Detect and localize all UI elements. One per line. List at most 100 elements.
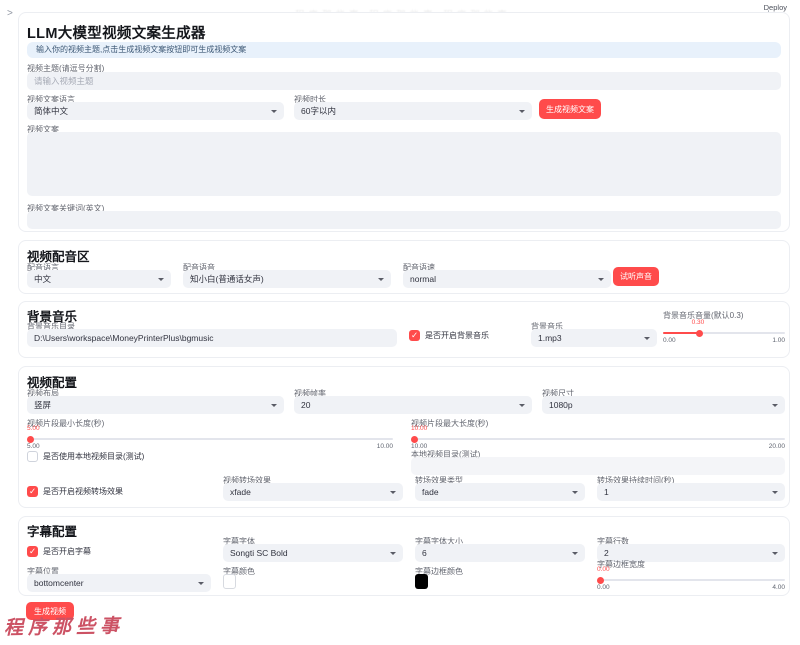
voice-speed-select[interactable]: normal xyxy=(403,270,611,288)
slider-thumb[interactable] xyxy=(597,577,604,584)
video-size-select[interactable]: 1080p xyxy=(542,396,785,414)
slider-min-label: 0.00 xyxy=(663,337,676,344)
enable-transition-label: 是否开启视频转场效果 xyxy=(43,486,123,497)
video-size-value: 1080p xyxy=(549,400,573,410)
chevron-down-icon xyxy=(198,582,204,585)
video-script-textarea[interactable] xyxy=(27,132,781,196)
chevron-down-icon xyxy=(772,491,778,494)
subtitle-card: 字幕配置 ✓ 是否开启字幕 字幕字体 Songti SC Bold 字幕字体大小… xyxy=(18,516,790,596)
slider-thumb[interactable] xyxy=(27,436,34,443)
transition-effect-select[interactable]: xfade xyxy=(223,483,403,501)
video-fps-select[interactable]: 20 xyxy=(294,396,532,414)
subtitle-font-size-select[interactable]: 6 xyxy=(415,544,585,562)
bgmusic-file-select[interactable]: 1.mp3 xyxy=(531,329,657,347)
script-keywords-input[interactable] xyxy=(27,211,781,229)
segment-min-slider[interactable]: 5.00 5.00 10.00 xyxy=(27,425,393,451)
chevron-down-icon xyxy=(271,404,277,407)
slider-value: 10.00 xyxy=(411,425,427,432)
video-layout-select[interactable]: 竖屏 xyxy=(27,396,284,414)
subtitle-position-value: bottomcenter xyxy=(34,578,84,588)
enable-transition-checkbox[interactable]: ✓ 是否开启视频转场效果 xyxy=(27,486,123,497)
enable-subtitle-checkbox[interactable]: ✓ 是否开启字幕 xyxy=(27,546,91,557)
subtitle-font-size-value: 6 xyxy=(422,548,427,558)
bgmusic-volume-slider[interactable]: 0.30 0.00 1.00 xyxy=(663,319,785,345)
chevron-down-icon xyxy=(772,404,778,407)
script-language-value: 简体中文 xyxy=(34,106,68,116)
video-duration-value: 60字以内 xyxy=(301,106,336,116)
subtitle-border-width-slider[interactable]: 0.00 0.00 4.00 xyxy=(597,566,785,592)
bgmusic-dir-value: D:\Users\workspace\MoneyPrinterPlus\bgmu… xyxy=(34,333,214,343)
bgmusic-file-value: 1.mp3 xyxy=(538,333,562,343)
slider-max-label: 20.00 xyxy=(769,443,785,450)
local-video-dir-input[interactable] xyxy=(411,457,785,475)
video-config-card: 视频配置 视频布局 竖屏 视频帧率 20 视频尺寸 1080p 视频片段最小长度… xyxy=(18,366,790,508)
chevron-down-icon xyxy=(572,491,578,494)
page-title: LLM大模型视频文案生成器 xyxy=(27,22,206,43)
checkbox-checked-icon: ✓ xyxy=(27,486,38,497)
chevron-down-icon xyxy=(519,110,525,113)
video-fps-value: 20 xyxy=(301,400,310,410)
slider-value: 5.00 xyxy=(27,425,40,432)
slider-track[interactable] xyxy=(27,438,393,440)
checkbox-checked-icon: ✓ xyxy=(27,546,38,557)
transition-type-value: fade xyxy=(422,487,439,497)
voice-language-value: 中文 xyxy=(34,274,51,284)
bgmusic-card: 背景音乐 背景音乐目录 D:\Users\workspace\MoneyPrin… xyxy=(18,301,790,358)
video-subject-placeholder: 请输入视频主题 xyxy=(34,76,94,86)
transition-duration-select[interactable]: 1 xyxy=(597,483,785,501)
sidebar-expand-icon[interactable]: > xyxy=(7,8,13,19)
subtitle-position-select[interactable]: bottomcenter xyxy=(27,574,211,592)
voice-name-value: 知小白(普通话女声) xyxy=(190,274,264,284)
generate-script-button[interactable]: 生成视频文案 xyxy=(539,99,601,119)
video-subject-input[interactable]: 请输入视频主题 xyxy=(27,72,781,90)
chevron-down-icon xyxy=(572,552,578,555)
checkbox-unchecked-icon xyxy=(27,451,38,462)
subtitle-section-title: 字幕配置 xyxy=(27,521,77,540)
voice-language-select[interactable]: 中文 xyxy=(27,270,171,288)
slider-max-label: 10.00 xyxy=(377,443,393,450)
enable-subtitle-label: 是否开启字幕 xyxy=(43,546,91,557)
transition-type-select[interactable]: fade xyxy=(415,483,585,501)
voice-name-select[interactable]: 知小白(普通话女声) xyxy=(183,270,391,288)
chevron-down-icon xyxy=(158,278,164,281)
segment-max-slider[interactable]: 10.00 10.00 20.00 xyxy=(411,425,785,451)
slider-max-label: 4.00 xyxy=(772,584,785,591)
chevron-down-icon xyxy=(644,337,650,340)
use-local-video-checkbox[interactable]: 是否使用本地视频目录(测试) xyxy=(27,451,144,462)
slider-min-label: 5.00 xyxy=(27,443,40,450)
voice-speed-value: normal xyxy=(410,274,436,284)
llm-script-card: LLM大模型视频文案生成器 输入你的视频主题,点击生成视频文案按钮即可生成视频文… xyxy=(18,12,790,232)
slider-value: 0.30 xyxy=(692,319,705,326)
video-duration-select[interactable]: 60字以内 xyxy=(294,102,532,120)
audition-button[interactable]: 试听声音 xyxy=(613,267,659,286)
slider-track[interactable] xyxy=(411,438,785,440)
chevron-down-icon xyxy=(390,552,396,555)
chevron-down-icon xyxy=(519,404,525,407)
slider-thumb[interactable] xyxy=(411,436,418,443)
chevron-down-icon xyxy=(378,278,384,281)
bgmusic-dir-input[interactable]: D:\Users\workspace\MoneyPrinterPlus\bgmu… xyxy=(27,329,397,347)
slider-value: 0.00 xyxy=(597,566,610,573)
enable-bgmusic-label: 是否开启背景音乐 xyxy=(425,330,489,341)
slider-min-label: 0.00 xyxy=(597,584,610,591)
subtitle-font-select[interactable]: Songti SC Bold xyxy=(223,544,403,562)
info-banner: 输入你的视频主题,点击生成视频文案按钮即可生成视频文案 xyxy=(27,42,781,58)
subtitle-color-picker[interactable] xyxy=(223,574,236,589)
chevron-down-icon xyxy=(271,110,277,113)
chevron-down-icon xyxy=(598,278,604,281)
enable-bgmusic-checkbox[interactable]: ✓ 是否开启背景音乐 xyxy=(409,330,489,341)
chevron-down-icon xyxy=(772,552,778,555)
slider-track[interactable] xyxy=(663,332,785,334)
subtitle-border-color-picker[interactable] xyxy=(415,574,428,589)
use-local-video-label: 是否使用本地视频目录(测试) xyxy=(43,451,144,462)
voice-card: 视频配音区 配音语言 中文 配音语音 知小白(普通话女声) 配音语速 norma… xyxy=(18,240,790,294)
video-layout-value: 竖屏 xyxy=(34,400,51,410)
checkbox-checked-icon: ✓ xyxy=(409,330,420,341)
slider-thumb[interactable] xyxy=(696,330,703,337)
transition-duration-value: 1 xyxy=(604,487,609,497)
script-language-select[interactable]: 简体中文 xyxy=(27,102,284,120)
slider-track[interactable] xyxy=(597,579,785,581)
transition-effect-value: xfade xyxy=(230,487,251,497)
watermark-signature: 程序那些事 xyxy=(4,611,124,640)
slider-max-label: 1.00 xyxy=(772,337,785,344)
